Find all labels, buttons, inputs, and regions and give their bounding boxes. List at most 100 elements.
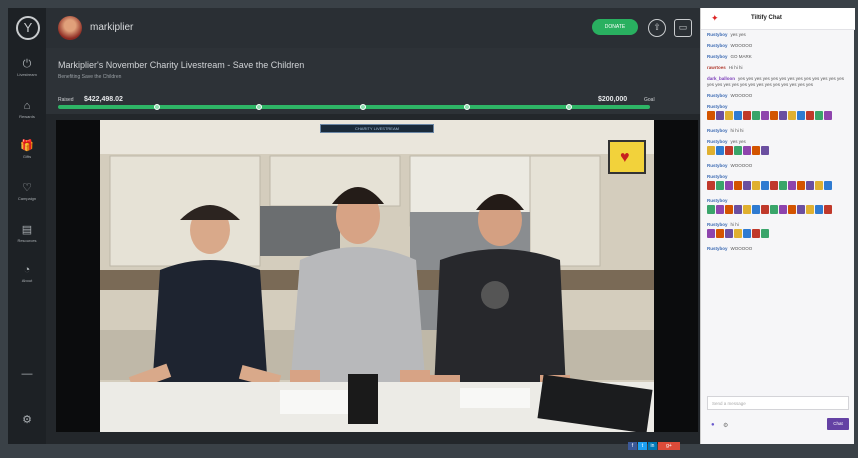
emote-icon — [761, 229, 769, 238]
stream-title: Markiplier's November Charity Livestream… — [58, 60, 305, 70]
chat-username[interactable]: Rustyboy — [707, 246, 728, 251]
chat-message: Rustyboy hi hi — [707, 222, 849, 241]
emote-icon — [752, 205, 760, 214]
emote-icon — [734, 111, 742, 120]
chat-message: Rustyboy WOOOOO — [707, 43, 849, 49]
nav-item-label: Campaign — [17, 196, 37, 201]
emote-row — [707, 111, 849, 123]
chat-username[interactable]: rawrtoes — [707, 65, 726, 70]
chat-message: Rustyboy WOOOOO — [707, 93, 849, 99]
settings-button[interactable]: ⚙ — [8, 414, 46, 426]
emote-icon — [725, 181, 733, 190]
dash-icon: — — [21, 368, 33, 380]
chat-username[interactable]: Rustyboy — [707, 93, 728, 98]
emote-icon — [743, 205, 751, 214]
chat-send-button[interactable]: Chat — [827, 418, 849, 430]
chat-messages[interactable]: Rustyboy yes yes Rustyboy WOOOOO Rustyboy GO … — [707, 32, 849, 396]
emote-icon — [707, 205, 715, 214]
goal-label: Goal — [644, 97, 655, 103]
milestone-marker[interactable] — [464, 104, 470, 110]
emote-icon — [815, 181, 823, 190]
google-share-button[interactable]: g+ — [658, 442, 680, 450]
avatar[interactable] — [58, 16, 82, 40]
emote-row — [707, 205, 849, 217]
emote-icon — [725, 111, 733, 120]
left-nav: Y ⏻ Livestream ⌂ Rewards 🎁 Gifts ♡ Campa… — [8, 8, 46, 444]
milestone-marker[interactable] — [256, 104, 262, 110]
emote-icon — [797, 111, 805, 120]
emote-icon — [743, 229, 751, 238]
emote-icon — [761, 181, 769, 190]
chat-username[interactable]: Rustyboy — [707, 198, 728, 203]
chat-text: WOOOOO — [730, 163, 753, 168]
emote-icon — [725, 205, 733, 214]
nav-item-campaign[interactable]: ♡ Campaign — [8, 182, 46, 201]
upload-icon[interactable]: ⇧ — [648, 19, 666, 37]
heart-icon: ♡ — [22, 182, 32, 194]
power-icon: ⏻ — [22, 58, 32, 70]
emote-icon — [806, 181, 814, 190]
chat-username[interactable]: Rustyboy — [707, 139, 728, 144]
emote-icon — [824, 205, 832, 214]
tiltify-logo-icon[interactable]: Y — [16, 16, 40, 40]
video-frame: CHARITY LIVESTREAM ♥ — [100, 120, 654, 432]
gear-icon: ⚙ — [22, 414, 32, 426]
chat-username[interactable]: Rustyboy — [707, 104, 728, 109]
chat-username[interactable]: Rustyboy — [707, 174, 728, 179]
chat-username[interactable]: Rustyboy — [707, 128, 728, 133]
raised-amount: $422,498.02 — [84, 96, 123, 103]
emote-icon — [788, 205, 796, 214]
milestone-marker[interactable] — [360, 104, 366, 110]
stream-subtitle: Benefiting Save the Children — [58, 74, 122, 80]
window-icon[interactable]: ▭ — [674, 19, 692, 37]
chat-username[interactable]: Rustyboy — [707, 54, 728, 59]
emote-icon — [716, 111, 724, 120]
emote-icon — [707, 111, 715, 120]
chat-username[interactable]: Rustyboy — [707, 222, 728, 227]
chat-panel: ✦ Tiltify Chat Rustyboy yes yes Rustyboy WO… — [700, 8, 855, 444]
collapse-nav-button[interactable]: — — [8, 368, 46, 380]
emote-icon — [734, 181, 742, 190]
stream-header: Markiplier's November Charity Livestream… — [46, 48, 700, 96]
emote-icon — [707, 146, 715, 155]
chat-message: Rustyboy GO MARK — [707, 54, 849, 60]
top-bar: markiplier DONATE ⇧ ▭ — [46, 8, 700, 48]
emote-icon — [815, 111, 823, 120]
facebook-share-button[interactable]: f — [628, 442, 637, 450]
donation-progress: Raised $422,498.02 $200,000 Goal — [46, 96, 700, 114]
chat-text: WOOOOO — [730, 246, 753, 251]
username[interactable]: markiplier — [90, 22, 133, 33]
chat-username[interactable]: Rustyboy — [707, 32, 728, 37]
nav-item-about[interactable]: ◔ About — [8, 264, 46, 283]
emote-icon — [752, 146, 760, 155]
milestone-marker[interactable] — [154, 104, 160, 110]
emote-picker-icon[interactable]: ● — [711, 422, 715, 428]
stream-overlay-banner: CHARITY LIVESTREAM — [320, 124, 434, 133]
chat-username[interactable]: Rustyboy — [707, 163, 728, 168]
heart-gift-overlay: ♥ — [608, 140, 646, 174]
emote-icon — [824, 181, 832, 190]
emote-row — [707, 181, 849, 193]
emote-icon — [743, 181, 751, 190]
chat-text: WOOOOO — [730, 43, 753, 48]
nav-item-livestream[interactable]: ⏻ Livestream — [8, 58, 46, 77]
nav-item-resources[interactable]: ▤ Resources — [8, 224, 46, 243]
chat-settings-icon[interactable]: ⚙ — [723, 422, 728, 429]
emote-icon — [761, 111, 769, 120]
gift-icon: 🎁 — [20, 140, 34, 152]
nav-item-label: Rewards — [19, 114, 35, 119]
milestone-marker[interactable] — [566, 104, 572, 110]
twitter-share-button[interactable]: t — [638, 442, 647, 450]
nav-item-gifts[interactable]: 🎁 Gifts — [8, 140, 46, 159]
chat-text: GO MARK — [730, 54, 752, 59]
emote-icon — [824, 111, 832, 120]
chat-username[interactable]: Rustyboy — [707, 43, 728, 48]
video-player[interactable]: CHARITY LIVESTREAM ♥ — [56, 120, 698, 432]
linkedin-share-button[interactable]: in — [648, 442, 657, 450]
emote-row — [707, 229, 849, 241]
chat-username[interactable]: dark_balloon — [707, 76, 735, 81]
donate-button[interactable]: DONATE — [592, 19, 638, 35]
emote-icon — [707, 229, 715, 238]
nav-item-rewards[interactable]: ⌂ Rewards — [8, 100, 46, 119]
chat-input[interactable]: Send a message — [707, 396, 849, 410]
